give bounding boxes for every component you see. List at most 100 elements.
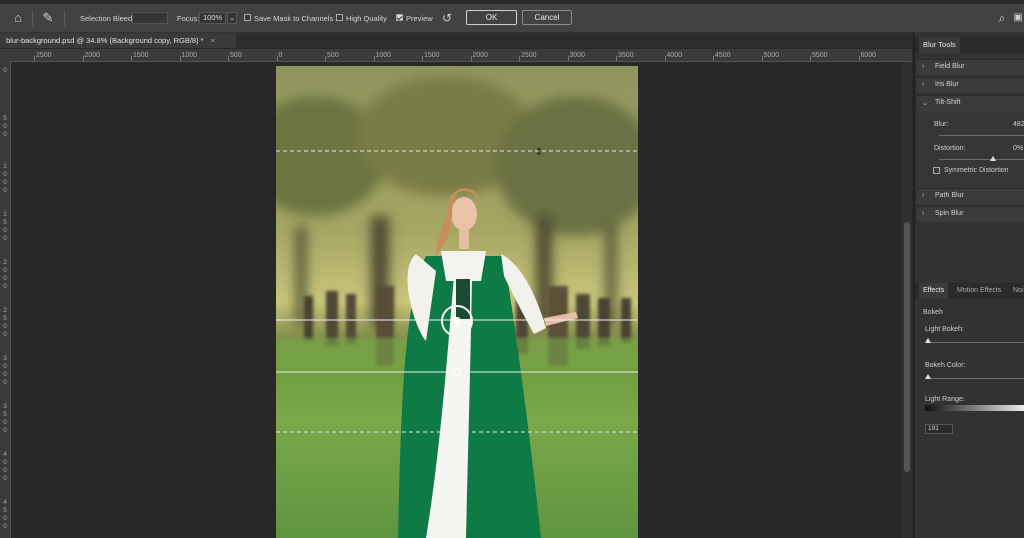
distortion-slider-knob[interactable] bbox=[990, 156, 996, 161]
distortion-value[interactable]: 0% bbox=[1013, 145, 1023, 152]
ruler-tick bbox=[179, 56, 181, 61]
cancel-button[interactable]: Cancel bbox=[522, 10, 572, 25]
section-path-blur[interactable]: › Path Blur bbox=[917, 188, 1024, 204]
save-mask-label: Save Mask to Channels bbox=[254, 14, 334, 23]
center-pin-handle[interactable] bbox=[453, 317, 461, 325]
preview-label: Preview bbox=[406, 14, 433, 23]
ruler-tick bbox=[276, 56, 278, 61]
chevron-down-icon: ⌄ bbox=[922, 100, 928, 107]
ruler-tick bbox=[422, 56, 423, 61]
ruler-tick-label: 2 0 0 0 bbox=[3, 259, 7, 290]
ruler-tick bbox=[567, 56, 569, 61]
chevron-right-icon: › bbox=[922, 192, 925, 199]
blur-tools-tab[interactable]: Blur Tools bbox=[919, 37, 960, 53]
light-bokeh-slider-knob[interactable] bbox=[925, 338, 931, 343]
section-label: Field Blur bbox=[935, 63, 965, 70]
ruler-tick-label: 500 bbox=[230, 52, 242, 59]
scrollbar-thumb[interactable] bbox=[904, 222, 910, 472]
light-bokeh-slider[interactable] bbox=[927, 342, 1024, 343]
ruler-tick bbox=[761, 56, 763, 61]
ruler-tick-label: 5 0 0 bbox=[3, 115, 7, 138]
ruler-tick-label: 2 5 0 0 bbox=[3, 307, 7, 338]
home-icon[interactable]: ⌂ bbox=[10, 10, 26, 26]
section-label: Iris Blur bbox=[935, 81, 959, 88]
vertical-ruler[interactable]: 0 5 0 0 1 0 0 0 1 5 0 0 2 0 0 0 2 5 0 0 3 0 0 … bbox=[0, 61, 11, 538]
ruler-tick-label: 1000 bbox=[375, 52, 392, 59]
ruler-tick-label: 3500 bbox=[618, 52, 634, 59]
selection-bleed-label: Selection Bleed: bbox=[80, 14, 135, 23]
high-quality-label: High Quality bbox=[346, 14, 387, 23]
effects-tab-bar: Effects Motion Effects Noise bbox=[915, 283, 1024, 299]
document-tab[interactable]: blur-background.psd @ 34.8% (Background … bbox=[0, 33, 236, 48]
ruler-tick bbox=[858, 56, 860, 61]
ruler-tick-label: 6000 bbox=[860, 52, 877, 59]
workspace-icon[interactable]: ▣ bbox=[1012, 10, 1024, 26]
ruler-tick bbox=[519, 56, 520, 61]
ruler-tick-label: 1000 bbox=[181, 52, 198, 59]
save-mask-checkbox[interactable] bbox=[244, 14, 251, 21]
blur-label: Blur: bbox=[934, 121, 949, 128]
symmetric-distortion-checkbox[interactable] bbox=[933, 167, 940, 174]
high-quality-checkbox[interactable] bbox=[336, 14, 343, 21]
ruler-tick bbox=[713, 56, 714, 61]
tab-motion-effects[interactable]: Motion Effects bbox=[953, 283, 1005, 299]
distortion-slider[interactable] bbox=[939, 159, 1024, 160]
ruler-tick-label: 5500 bbox=[812, 52, 828, 59]
ruler-tick bbox=[373, 56, 375, 61]
bokeh-heading: Bokeh bbox=[923, 309, 943, 316]
chevron-right-icon: › bbox=[922, 81, 925, 88]
bokeh-color-slider[interactable] bbox=[927, 378, 1024, 379]
section-label: Tilt-Shift bbox=[935, 99, 961, 106]
ruler-tick-label: 500 bbox=[327, 52, 339, 59]
divider bbox=[64, 10, 65, 26]
divider bbox=[32, 10, 33, 26]
ok-button[interactable]: OK bbox=[466, 10, 517, 25]
focus-dropdown-chevron-icon[interactable]: ⌄ bbox=[227, 12, 237, 24]
ruler-tick-label: 4000 bbox=[666, 52, 683, 59]
ruler-tick-label: 4 0 0 0 bbox=[3, 451, 7, 482]
tab-noise[interactable]: Noise bbox=[1009, 283, 1024, 299]
panel-header: Blur Tools bbox=[915, 37, 1024, 53]
horizontal-ruler[interactable]: 2500 2000 1500 1000 500 0 500 1000 1500 2000 2500 3… bbox=[10, 49, 912, 62]
tab-effects[interactable]: Effects bbox=[919, 283, 949, 299]
selection-bleed-field[interactable] bbox=[132, 12, 168, 24]
section-spin-blur[interactable]: › Spin Blur bbox=[917, 206, 1024, 222]
ruler-tick-label: 5000 bbox=[763, 52, 780, 59]
distortion-label: Distortion: bbox=[934, 145, 966, 152]
light-range-gradient[interactable] bbox=[925, 405, 1024, 411]
light-range-value-field[interactable]: 191 bbox=[925, 424, 953, 434]
light-range-label: Light Range: bbox=[925, 396, 965, 403]
symmetric-distortion-label: Symmetric Distortion bbox=[944, 167, 1009, 174]
ruler-tick-label: 2500 bbox=[521, 52, 537, 59]
chevron-right-icon: › bbox=[922, 210, 925, 217]
ruler-tick-label: 3 0 0 0 bbox=[3, 355, 7, 386]
vertical-scrollbar[interactable] bbox=[902, 62, 912, 538]
ruler-tick-label: 2000 bbox=[472, 52, 489, 59]
close-icon[interactable]: × bbox=[211, 36, 215, 45]
section-field-blur[interactable]: › Field Blur bbox=[917, 59, 1024, 75]
section-iris-blur[interactable]: › Iris Blur bbox=[917, 77, 1024, 93]
blur-slider[interactable] bbox=[939, 135, 1024, 136]
ruler-tick-label: 4500 bbox=[715, 52, 731, 59]
photo-canvas[interactable]: ↕ bbox=[276, 66, 638, 538]
bokeh-color-label: Bokeh Color: bbox=[925, 362, 966, 369]
blur-value[interactable]: 482 bbox=[1013, 121, 1024, 128]
ruler-tick bbox=[82, 56, 84, 61]
ruler-tick bbox=[325, 56, 326, 61]
focus-field[interactable]: 100% bbox=[199, 12, 226, 24]
reset-icon[interactable]: ↺ bbox=[439, 10, 455, 26]
search-icon[interactable]: ⌕ bbox=[994, 10, 1010, 26]
section-label: Spin Blur bbox=[935, 210, 964, 217]
preview-checkbox[interactable] bbox=[396, 14, 403, 21]
bokeh-color-slider-knob[interactable] bbox=[925, 374, 931, 379]
section-label: Path Blur bbox=[935, 192, 964, 199]
ruler-tick bbox=[470, 56, 472, 61]
ruler-tick-label: 2000 bbox=[84, 52, 101, 59]
ruler-tick-label: 0 bbox=[3, 67, 7, 74]
section-tilt-shift[interactable]: ⌄ Tilt-Shift bbox=[917, 95, 1024, 111]
ruler-tick bbox=[664, 56, 666, 61]
pin-icon[interactable]: ✎ bbox=[40, 10, 56, 26]
canvas-area[interactable]: ↕ bbox=[11, 62, 902, 538]
ruler-tick bbox=[810, 56, 811, 61]
blur-tools-panel: Blur Tools › Field Blur › Iris Blur ⌄ Tilt-… bbox=[914, 33, 1024, 538]
